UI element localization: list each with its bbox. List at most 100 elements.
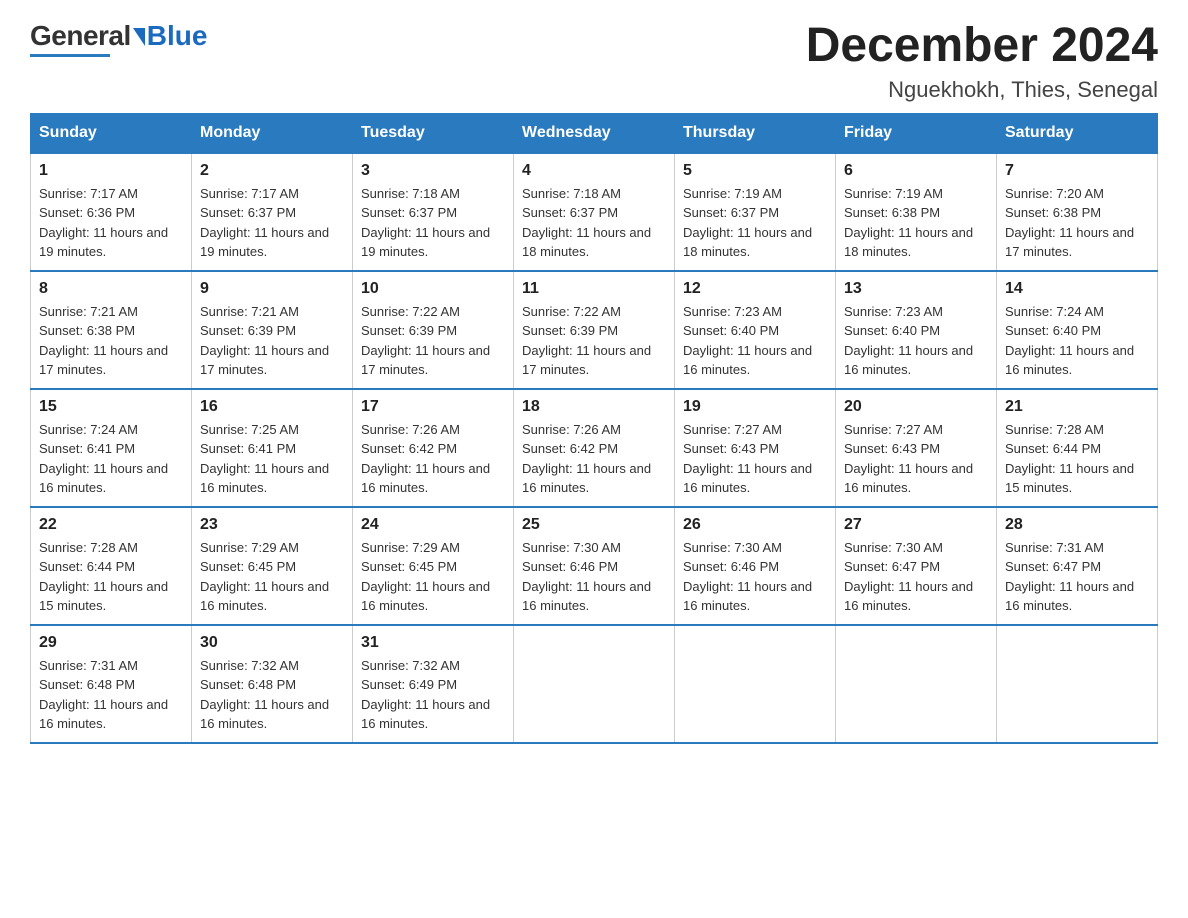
day-info: Sunrise: 7:23 AMSunset: 6:40 PMDaylight:… xyxy=(683,304,812,378)
day-number: 31 xyxy=(361,634,505,652)
day-number: 21 xyxy=(1005,398,1149,416)
day-info: Sunrise: 7:32 AMSunset: 6:48 PMDaylight:… xyxy=(200,658,329,732)
day-number: 13 xyxy=(844,280,988,298)
day-info: Sunrise: 7:27 AMSunset: 6:43 PMDaylight:… xyxy=(844,422,973,496)
calendar-day-28: 28 Sunrise: 7:31 AMSunset: 6:47 PMDaylig… xyxy=(997,507,1158,625)
day-info: Sunrise: 7:24 AMSunset: 6:41 PMDaylight:… xyxy=(39,422,168,496)
empty-cell xyxy=(836,625,997,743)
empty-cell xyxy=(514,625,675,743)
calendar-day-3: 3 Sunrise: 7:18 AMSunset: 6:37 PMDayligh… xyxy=(353,153,514,271)
calendar-day-2: 2 Sunrise: 7:17 AMSunset: 6:37 PMDayligh… xyxy=(192,153,353,271)
calendar-day-14: 14 Sunrise: 7:24 AMSunset: 6:40 PMDaylig… xyxy=(997,271,1158,389)
day-header-saturday: Saturday xyxy=(997,113,1158,153)
logo-divider xyxy=(30,54,110,57)
empty-cell xyxy=(675,625,836,743)
day-number: 12 xyxy=(683,280,827,298)
calendar-day-10: 10 Sunrise: 7:22 AMSunset: 6:39 PMDaylig… xyxy=(353,271,514,389)
calendar-day-23: 23 Sunrise: 7:29 AMSunset: 6:45 PMDaylig… xyxy=(192,507,353,625)
day-number: 10 xyxy=(361,280,505,298)
day-number: 19 xyxy=(683,398,827,416)
day-info: Sunrise: 7:28 AMSunset: 6:44 PMDaylight:… xyxy=(1005,422,1134,496)
day-info: Sunrise: 7:30 AMSunset: 6:46 PMDaylight:… xyxy=(522,540,651,614)
day-info: Sunrise: 7:26 AMSunset: 6:42 PMDaylight:… xyxy=(522,422,651,496)
calendar-day-31: 31 Sunrise: 7:32 AMSunset: 6:49 PMDaylig… xyxy=(353,625,514,743)
day-number: 27 xyxy=(844,516,988,534)
day-info: Sunrise: 7:19 AMSunset: 6:38 PMDaylight:… xyxy=(844,186,973,260)
logo-triangle-icon xyxy=(133,28,145,46)
day-number: 8 xyxy=(39,280,183,298)
day-number: 9 xyxy=(200,280,344,298)
day-number: 4 xyxy=(522,162,666,180)
day-info: Sunrise: 7:22 AMSunset: 6:39 PMDaylight:… xyxy=(522,304,651,378)
day-number: 14 xyxy=(1005,280,1149,298)
calendar-day-26: 26 Sunrise: 7:30 AMSunset: 6:46 PMDaylig… xyxy=(675,507,836,625)
day-number: 30 xyxy=(200,634,344,652)
logo-blue-text: Blue xyxy=(147,20,208,52)
month-title: December 2024 xyxy=(806,20,1158,73)
calendar-day-19: 19 Sunrise: 7:27 AMSunset: 6:43 PMDaylig… xyxy=(675,389,836,507)
day-number: 1 xyxy=(39,162,183,180)
empty-cell xyxy=(997,625,1158,743)
calendar-day-21: 21 Sunrise: 7:28 AMSunset: 6:44 PMDaylig… xyxy=(997,389,1158,507)
calendar-day-1: 1 Sunrise: 7:17 AMSunset: 6:36 PMDayligh… xyxy=(31,153,192,271)
day-number: 6 xyxy=(844,162,988,180)
day-info: Sunrise: 7:17 AMSunset: 6:37 PMDaylight:… xyxy=(200,186,329,260)
day-number: 20 xyxy=(844,398,988,416)
day-header-friday: Friday xyxy=(836,113,997,153)
day-info: Sunrise: 7:21 AMSunset: 6:39 PMDaylight:… xyxy=(200,304,329,378)
logo: General Blue xyxy=(30,20,207,57)
calendar-day-9: 9 Sunrise: 7:21 AMSunset: 6:39 PMDayligh… xyxy=(192,271,353,389)
day-number: 5 xyxy=(683,162,827,180)
day-info: Sunrise: 7:25 AMSunset: 6:41 PMDaylight:… xyxy=(200,422,329,496)
calendar-day-11: 11 Sunrise: 7:22 AMSunset: 6:39 PMDaylig… xyxy=(514,271,675,389)
day-number: 3 xyxy=(361,162,505,180)
calendar-day-24: 24 Sunrise: 7:29 AMSunset: 6:45 PMDaylig… xyxy=(353,507,514,625)
calendar-day-15: 15 Sunrise: 7:24 AMSunset: 6:41 PMDaylig… xyxy=(31,389,192,507)
calendar-day-13: 13 Sunrise: 7:23 AMSunset: 6:40 PMDaylig… xyxy=(836,271,997,389)
day-number: 28 xyxy=(1005,516,1149,534)
day-info: Sunrise: 7:30 AMSunset: 6:47 PMDaylight:… xyxy=(844,540,973,614)
location-title: Nguekhokh, Thies, Senegal xyxy=(806,77,1158,103)
day-info: Sunrise: 7:29 AMSunset: 6:45 PMDaylight:… xyxy=(361,540,490,614)
day-number: 26 xyxy=(683,516,827,534)
day-number: 2 xyxy=(200,162,344,180)
calendar-week-2: 8 Sunrise: 7:21 AMSunset: 6:38 PMDayligh… xyxy=(31,271,1158,389)
day-info: Sunrise: 7:27 AMSunset: 6:43 PMDaylight:… xyxy=(683,422,812,496)
day-info: Sunrise: 7:19 AMSunset: 6:37 PMDaylight:… xyxy=(683,186,812,260)
day-header-monday: Monday xyxy=(192,113,353,153)
day-info: Sunrise: 7:23 AMSunset: 6:40 PMDaylight:… xyxy=(844,304,973,378)
day-info: Sunrise: 7:29 AMSunset: 6:45 PMDaylight:… xyxy=(200,540,329,614)
day-number: 23 xyxy=(200,516,344,534)
day-number: 11 xyxy=(522,280,666,298)
calendar-day-30: 30 Sunrise: 7:32 AMSunset: 6:48 PMDaylig… xyxy=(192,625,353,743)
day-number: 7 xyxy=(1005,162,1149,180)
calendar-day-18: 18 Sunrise: 7:26 AMSunset: 6:42 PMDaylig… xyxy=(514,389,675,507)
logo-general-text: General xyxy=(30,20,131,52)
calendar-header-row: SundayMondayTuesdayWednesdayThursdayFrid… xyxy=(31,113,1158,153)
day-number: 29 xyxy=(39,634,183,652)
calendar-table: SundayMondayTuesdayWednesdayThursdayFrid… xyxy=(30,113,1158,744)
day-info: Sunrise: 7:22 AMSunset: 6:39 PMDaylight:… xyxy=(361,304,490,378)
calendar-day-7: 7 Sunrise: 7:20 AMSunset: 6:38 PMDayligh… xyxy=(997,153,1158,271)
calendar-day-6: 6 Sunrise: 7:19 AMSunset: 6:38 PMDayligh… xyxy=(836,153,997,271)
day-info: Sunrise: 7:30 AMSunset: 6:46 PMDaylight:… xyxy=(683,540,812,614)
day-info: Sunrise: 7:31 AMSunset: 6:47 PMDaylight:… xyxy=(1005,540,1134,614)
day-info: Sunrise: 7:28 AMSunset: 6:44 PMDaylight:… xyxy=(39,540,168,614)
calendar-day-8: 8 Sunrise: 7:21 AMSunset: 6:38 PMDayligh… xyxy=(31,271,192,389)
calendar-day-16: 16 Sunrise: 7:25 AMSunset: 6:41 PMDaylig… xyxy=(192,389,353,507)
day-info: Sunrise: 7:24 AMSunset: 6:40 PMDaylight:… xyxy=(1005,304,1134,378)
title-section: December 2024 Nguekhokh, Thies, Senegal xyxy=(806,20,1158,103)
day-header-thursday: Thursday xyxy=(675,113,836,153)
calendar-week-3: 15 Sunrise: 7:24 AMSunset: 6:41 PMDaylig… xyxy=(31,389,1158,507)
calendar-week-5: 29 Sunrise: 7:31 AMSunset: 6:48 PMDaylig… xyxy=(31,625,1158,743)
day-header-sunday: Sunday xyxy=(31,113,192,153)
day-number: 24 xyxy=(361,516,505,534)
calendar-day-5: 5 Sunrise: 7:19 AMSunset: 6:37 PMDayligh… xyxy=(675,153,836,271)
day-header-wednesday: Wednesday xyxy=(514,113,675,153)
day-number: 15 xyxy=(39,398,183,416)
page-header: General Blue December 2024 Nguekhokh, Th… xyxy=(30,20,1158,103)
day-info: Sunrise: 7:32 AMSunset: 6:49 PMDaylight:… xyxy=(361,658,490,732)
calendar-day-4: 4 Sunrise: 7:18 AMSunset: 6:37 PMDayligh… xyxy=(514,153,675,271)
calendar-day-25: 25 Sunrise: 7:30 AMSunset: 6:46 PMDaylig… xyxy=(514,507,675,625)
calendar-day-12: 12 Sunrise: 7:23 AMSunset: 6:40 PMDaylig… xyxy=(675,271,836,389)
